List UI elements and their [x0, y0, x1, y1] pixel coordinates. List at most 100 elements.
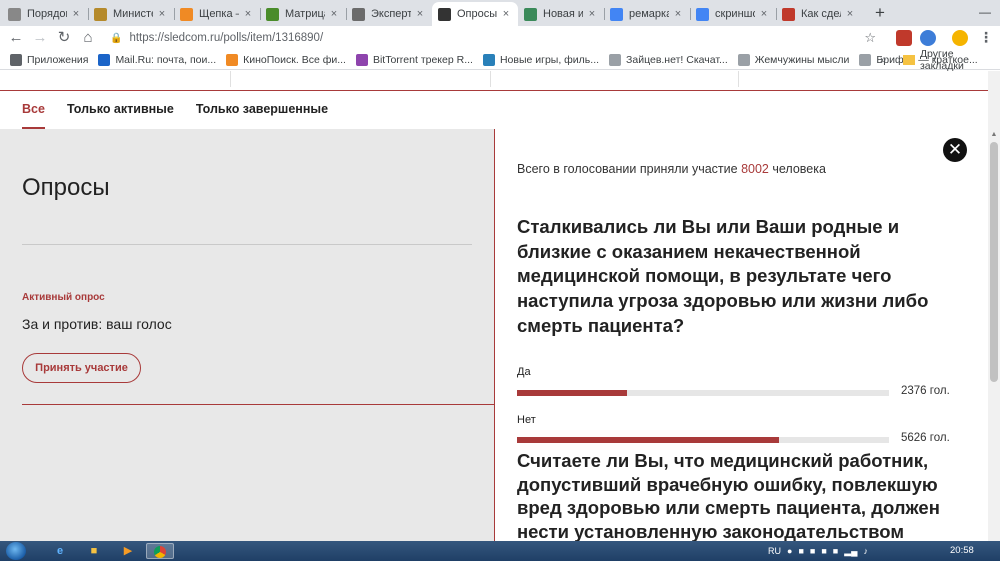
- browser-tab[interactable]: скриншо ×: [690, 2, 776, 26]
- total-count: 8002: [741, 162, 769, 176]
- header-strip: [0, 71, 988, 91]
- volume-icon[interactable]: ♪: [864, 546, 869, 556]
- taskbar-clock[interactable]: 20:58: [950, 541, 974, 561]
- orange-circle-icon: [180, 7, 193, 21]
- filter-all[interactable]: Все: [22, 91, 45, 129]
- bookmark-favicon-icon: [609, 53, 622, 66]
- bookmark-label: Mail.Ru: почта, пои...: [115, 53, 217, 66]
- bookmark-item[interactable]: Приложения: [10, 53, 88, 66]
- google-icon: [696, 7, 709, 21]
- tab-title: Щепка —: [199, 8, 239, 20]
- tab-close-icon[interactable]: ×: [414, 8, 426, 20]
- poll-question-2: Считаете ли Вы, что медицинский работник…: [517, 450, 940, 541]
- explorer-folder-icon[interactable]: ■: [80, 543, 108, 559]
- bookmark-item[interactable]: Новые игры, филь...: [482, 53, 599, 66]
- tab-close-icon[interactable]: ×: [672, 8, 684, 20]
- apps-grid-icon: [10, 53, 22, 66]
- media-player-icon[interactable]: ▶: [114, 543, 142, 559]
- tab-close-icon[interactable]: ×: [70, 8, 82, 20]
- tab-close-icon[interactable]: ×: [586, 8, 598, 20]
- home-icon[interactable]: ⌂: [76, 27, 100, 49]
- tab-close-icon[interactable]: ×: [758, 8, 770, 20]
- bookmark-icon: [782, 7, 795, 21]
- back-arrow-icon[interactable]: ←: [4, 27, 28, 49]
- chrome-taskbar-icon[interactable]: [146, 543, 174, 559]
- bookmarks-more-icon[interactable]: »: [880, 50, 886, 70]
- tab-title: Новая ин: [543, 8, 583, 20]
- scroll-up-arrow-icon[interactable]: ▲: [988, 129, 1000, 141]
- reload-icon[interactable]: ↻: [52, 27, 76, 49]
- new-tab-button[interactable]: +: [869, 3, 891, 23]
- other-bookmarks-label: Другие закладки: [919, 48, 964, 72]
- browser-tab[interactable]: Матрица×: [260, 2, 346, 26]
- browser-tab[interactable]: Как сдела×: [776, 2, 862, 26]
- signal-bars-icon[interactable]: ▂▄: [844, 546, 857, 557]
- answer-label-yes: Да: [517, 366, 531, 378]
- poll-results-panel: ✕ Всего в голосовании приняли участие 80…: [494, 129, 988, 541]
- extension-puzzle-icon[interactable]: [920, 30, 936, 46]
- tab-close-icon[interactable]: ×: [500, 8, 512, 20]
- active-poll-title[interactable]: За и против: ваш голос: [22, 316, 172, 332]
- total-prefix: Всего в голосовании приняли участие: [517, 162, 738, 176]
- bookmark-item[interactable]: Mail.Ru: почта, пои...: [98, 53, 217, 66]
- answer-votes-yes: 2376 гол.: [901, 385, 950, 397]
- circle-icon: [524, 7, 537, 21]
- filter-active-only[interactable]: Только активные: [67, 91, 174, 129]
- tray-app-icon[interactable]: ■: [821, 546, 826, 556]
- bookmark-favicon-icon: [482, 53, 495, 66]
- tab-close-icon[interactable]: ×: [242, 8, 254, 20]
- bookmark-item[interactable]: BitTorrent трекер R...: [355, 53, 473, 66]
- filter-finished-only[interactable]: Только завершенные: [196, 91, 328, 129]
- total-participants: Всего в голосовании приняли участие 8002…: [517, 162, 826, 176]
- bookmark-star-icon[interactable]: ☆: [864, 28, 876, 48]
- tray-network-icon[interactable]: ●: [787, 546, 792, 556]
- bookmark-item[interactable]: Зайцев.нет! Скачат...: [609, 53, 728, 66]
- lock-icon: 🔒: [110, 32, 123, 44]
- extension-badge-icon[interactable]: [896, 30, 912, 46]
- tab-close-icon[interactable]: ×: [844, 8, 856, 20]
- tab-title: Как сдела: [801, 8, 841, 20]
- window-controls: —: [970, 0, 1000, 26]
- poll-question-1: Сталкивались ли Вы или Ваши родные и бли…: [517, 216, 929, 336]
- scroll-thumb[interactable]: [990, 142, 998, 382]
- close-icon[interactable]: ✕: [943, 138, 967, 162]
- page-scrollbar[interactable]: ▲: [988, 71, 1000, 541]
- browser-tab[interactable]: Новая ин×: [518, 2, 604, 26]
- bookmark-item[interactable]: КиноПоиск. Все фи...: [226, 53, 346, 66]
- browser-tab[interactable]: Эксперты×: [346, 2, 432, 26]
- tab-close-icon[interactable]: ×: [328, 8, 340, 20]
- language-indicator[interactable]: RU: [768, 546, 781, 556]
- browser-tab[interactable]: Щепка —×: [174, 2, 260, 26]
- tray-app-icon[interactable]: ■: [833, 546, 838, 556]
- browser-tab[interactable]: Опросы ×: [432, 2, 518, 26]
- tab-title: ремарка: [629, 8, 669, 20]
- browser-tab[interactable]: Министер×: [88, 2, 174, 26]
- address-bar[interactable]: 🔒 https://sledcom.ru/polls/item/1316890/…: [102, 28, 884, 48]
- bookmark-label: КиноПоиск. Все фи...: [243, 53, 346, 66]
- tab-title: Порядок: [27, 8, 67, 20]
- participate-button[interactable]: Принять участие: [22, 353, 141, 383]
- tab-close-icon[interactable]: ×: [156, 8, 168, 20]
- bookmark-item[interactable]: Жемчужины мысли: [737, 53, 849, 66]
- browser-tab[interactable]: Порядок ×: [2, 2, 88, 26]
- answer-bar-fill-no: [517, 437, 779, 443]
- browser-tab[interactable]: ремарка ×: [604, 2, 690, 26]
- profile-avatar-icon[interactable]: [952, 30, 968, 46]
- doc-icon: [8, 7, 21, 21]
- internet-explorer-icon[interactable]: e: [46, 543, 74, 559]
- page-title: Опросы: [22, 174, 110, 201]
- tray-app-icon[interactable]: ■: [810, 546, 815, 556]
- tray-app-icon[interactable]: ■: [798, 546, 803, 556]
- minimize-icon[interactable]: —: [970, 0, 1000, 26]
- menu-dots-icon[interactable]: ⋮: [978, 30, 994, 46]
- bookmark-favicon-icon: [859, 53, 872, 66]
- poll-filter-tabs: Все Только активные Только завершенные: [0, 91, 988, 129]
- start-button-icon[interactable]: [6, 542, 26, 560]
- answer-label-no: Нет: [517, 414, 536, 426]
- forward-arrow-icon[interactable]: →: [28, 27, 52, 49]
- other-bookmarks[interactable]: Другие закладки: [903, 48, 1000, 72]
- bookmark-favicon-icon: [737, 53, 750, 66]
- bookmark-label: BitTorrent трекер R...: [372, 53, 473, 66]
- google-icon: [610, 7, 623, 21]
- page-content: Все Только активные Только завершенные О…: [0, 71, 1000, 541]
